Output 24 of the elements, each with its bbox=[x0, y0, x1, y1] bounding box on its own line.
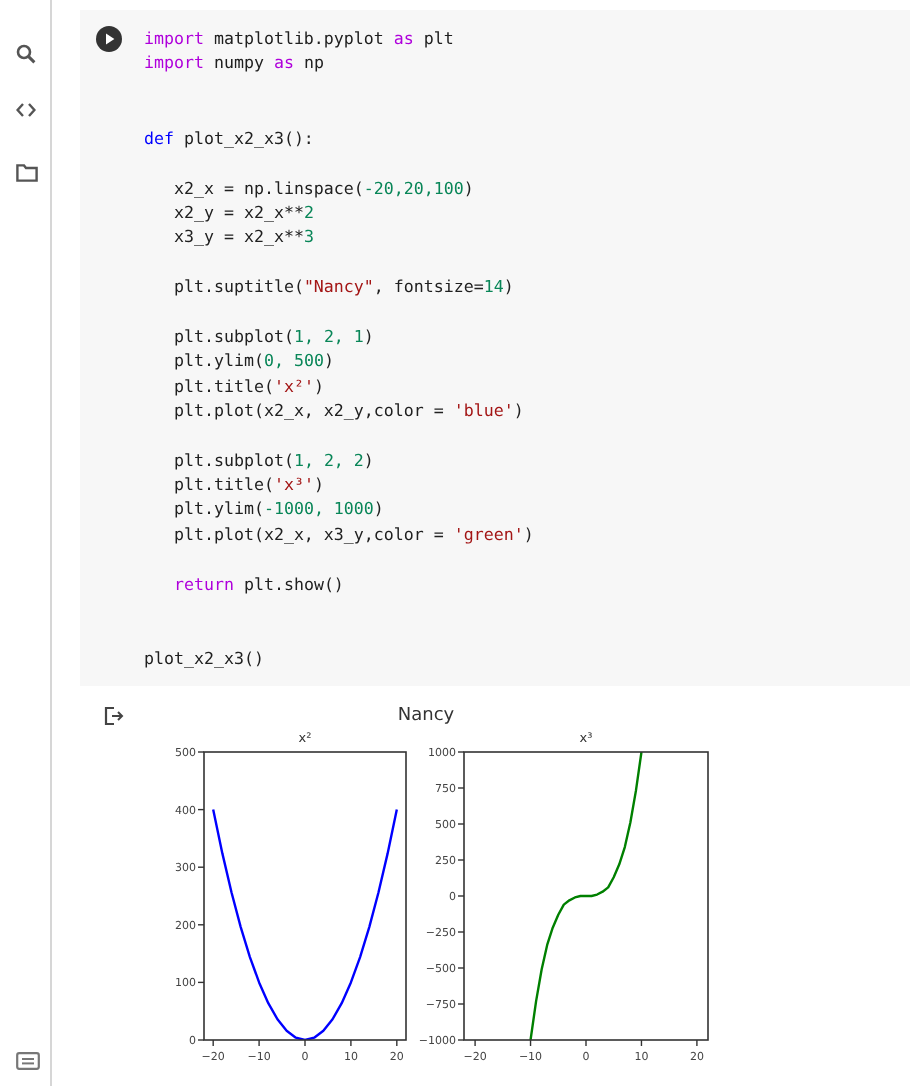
code-line: plot_x2_x3() bbox=[144, 646, 264, 671]
terminal-icon[interactable] bbox=[16, 1052, 40, 1070]
search-icon[interactable] bbox=[16, 44, 36, 64]
code-line: plt.title('x³') bbox=[174, 472, 324, 497]
code-line: import matplotlib.pyplot as plt bbox=[144, 26, 454, 51]
code-line: x3_y = x2_x**3 bbox=[174, 224, 314, 250]
code-line: plt.plot(x2_x, x2_y,color = 'blue') bbox=[174, 397, 524, 423]
code-line: plt.subplot(1, 2, 2) bbox=[174, 447, 374, 473]
code-line: plt.ylim(-1000, 1000) bbox=[174, 496, 384, 522]
code-line: x2_x = np.linspace(-20,20,100) bbox=[174, 175, 474, 200]
code-line: return plt.show() bbox=[174, 571, 344, 596]
code-line: import numpy as np bbox=[144, 50, 324, 76]
run-button[interactable] bbox=[96, 26, 122, 52]
code-line: plt.plot(x2_x, x3_y,color = 'green') bbox=[174, 521, 534, 547]
code-line: plt.title('x²') bbox=[174, 373, 324, 398]
folder-icon[interactable] bbox=[16, 164, 38, 182]
output-icon[interactable] bbox=[104, 706, 124, 726]
code-line: plt.subplot(1, 2, 1) bbox=[174, 324, 374, 349]
code-line: x2_y = x2_x**2 bbox=[174, 199, 314, 225]
code-line: def plot_x2_x3(): bbox=[144, 125, 314, 151]
code-line: plt.ylim(0, 500) bbox=[174, 348, 334, 374]
code-icon[interactable] bbox=[16, 102, 36, 118]
figure-title: Nancy bbox=[397, 706, 455, 728]
code-line: plt.suptitle("Nancy", fontsize=14) bbox=[174, 274, 514, 299]
